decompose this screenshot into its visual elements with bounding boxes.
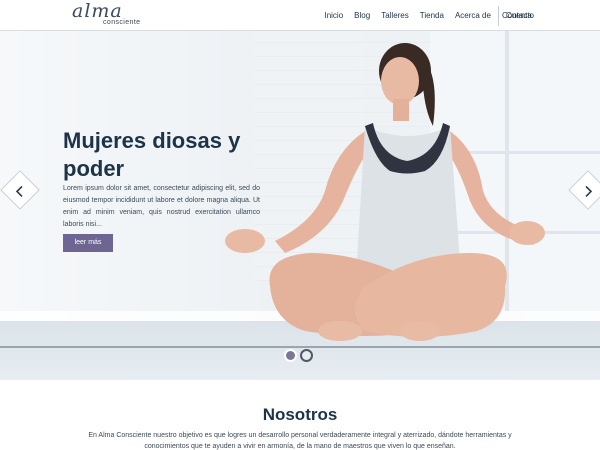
main-nav: Inicio Blog Talleres Tienda Acerca de Co… <box>324 0 534 31</box>
site-logo[interactable]: alma consciente <box>72 0 144 27</box>
nav-divider <box>498 6 499 26</box>
nav-blog[interactable]: Blog <box>354 11 370 20</box>
slider-dot-1[interactable] <box>284 349 297 362</box>
nav-talleres[interactable]: Talleres <box>381 11 409 20</box>
hero-title: Mujeres diosas y poder <box>63 128 241 181</box>
about-description: En Alma Consciente nuestro objetivo es q… <box>88 432 512 450</box>
about-title: Nosotros <box>262 405 338 424</box>
chevron-right-icon <box>585 185 593 197</box>
hero-description: Lorem ipsum dolor sit amet, consectetur … <box>63 185 260 228</box>
nav-inicio[interactable]: Inicio <box>324 11 343 20</box>
slider-dot-2[interactable] <box>300 349 313 362</box>
about-section: Nosotros En Alma Consciente nuestro obje… <box>0 380 600 450</box>
account-link[interactable]: Cuenta <box>506 0 532 31</box>
site-header: alma consciente Inicio Blog Talleres Tie… <box>0 0 600 31</box>
nav-acerca-de[interactable]: Acerca de <box>455 11 491 20</box>
chevron-left-icon <box>15 185 23 197</box>
nav-tienda[interactable]: Tienda <box>420 11 444 20</box>
slider-prev-button[interactable] <box>0 170 40 210</box>
slider-pagination <box>284 349 316 362</box>
logo-subtitle: consciente <box>103 19 141 26</box>
meditating-woman-image <box>225 43 545 341</box>
read-more-button[interactable]: leer más <box>63 234 113 252</box>
hero-slider: Mujeres diosas y poder Lorem ipsum dolor… <box>0 31 600 380</box>
